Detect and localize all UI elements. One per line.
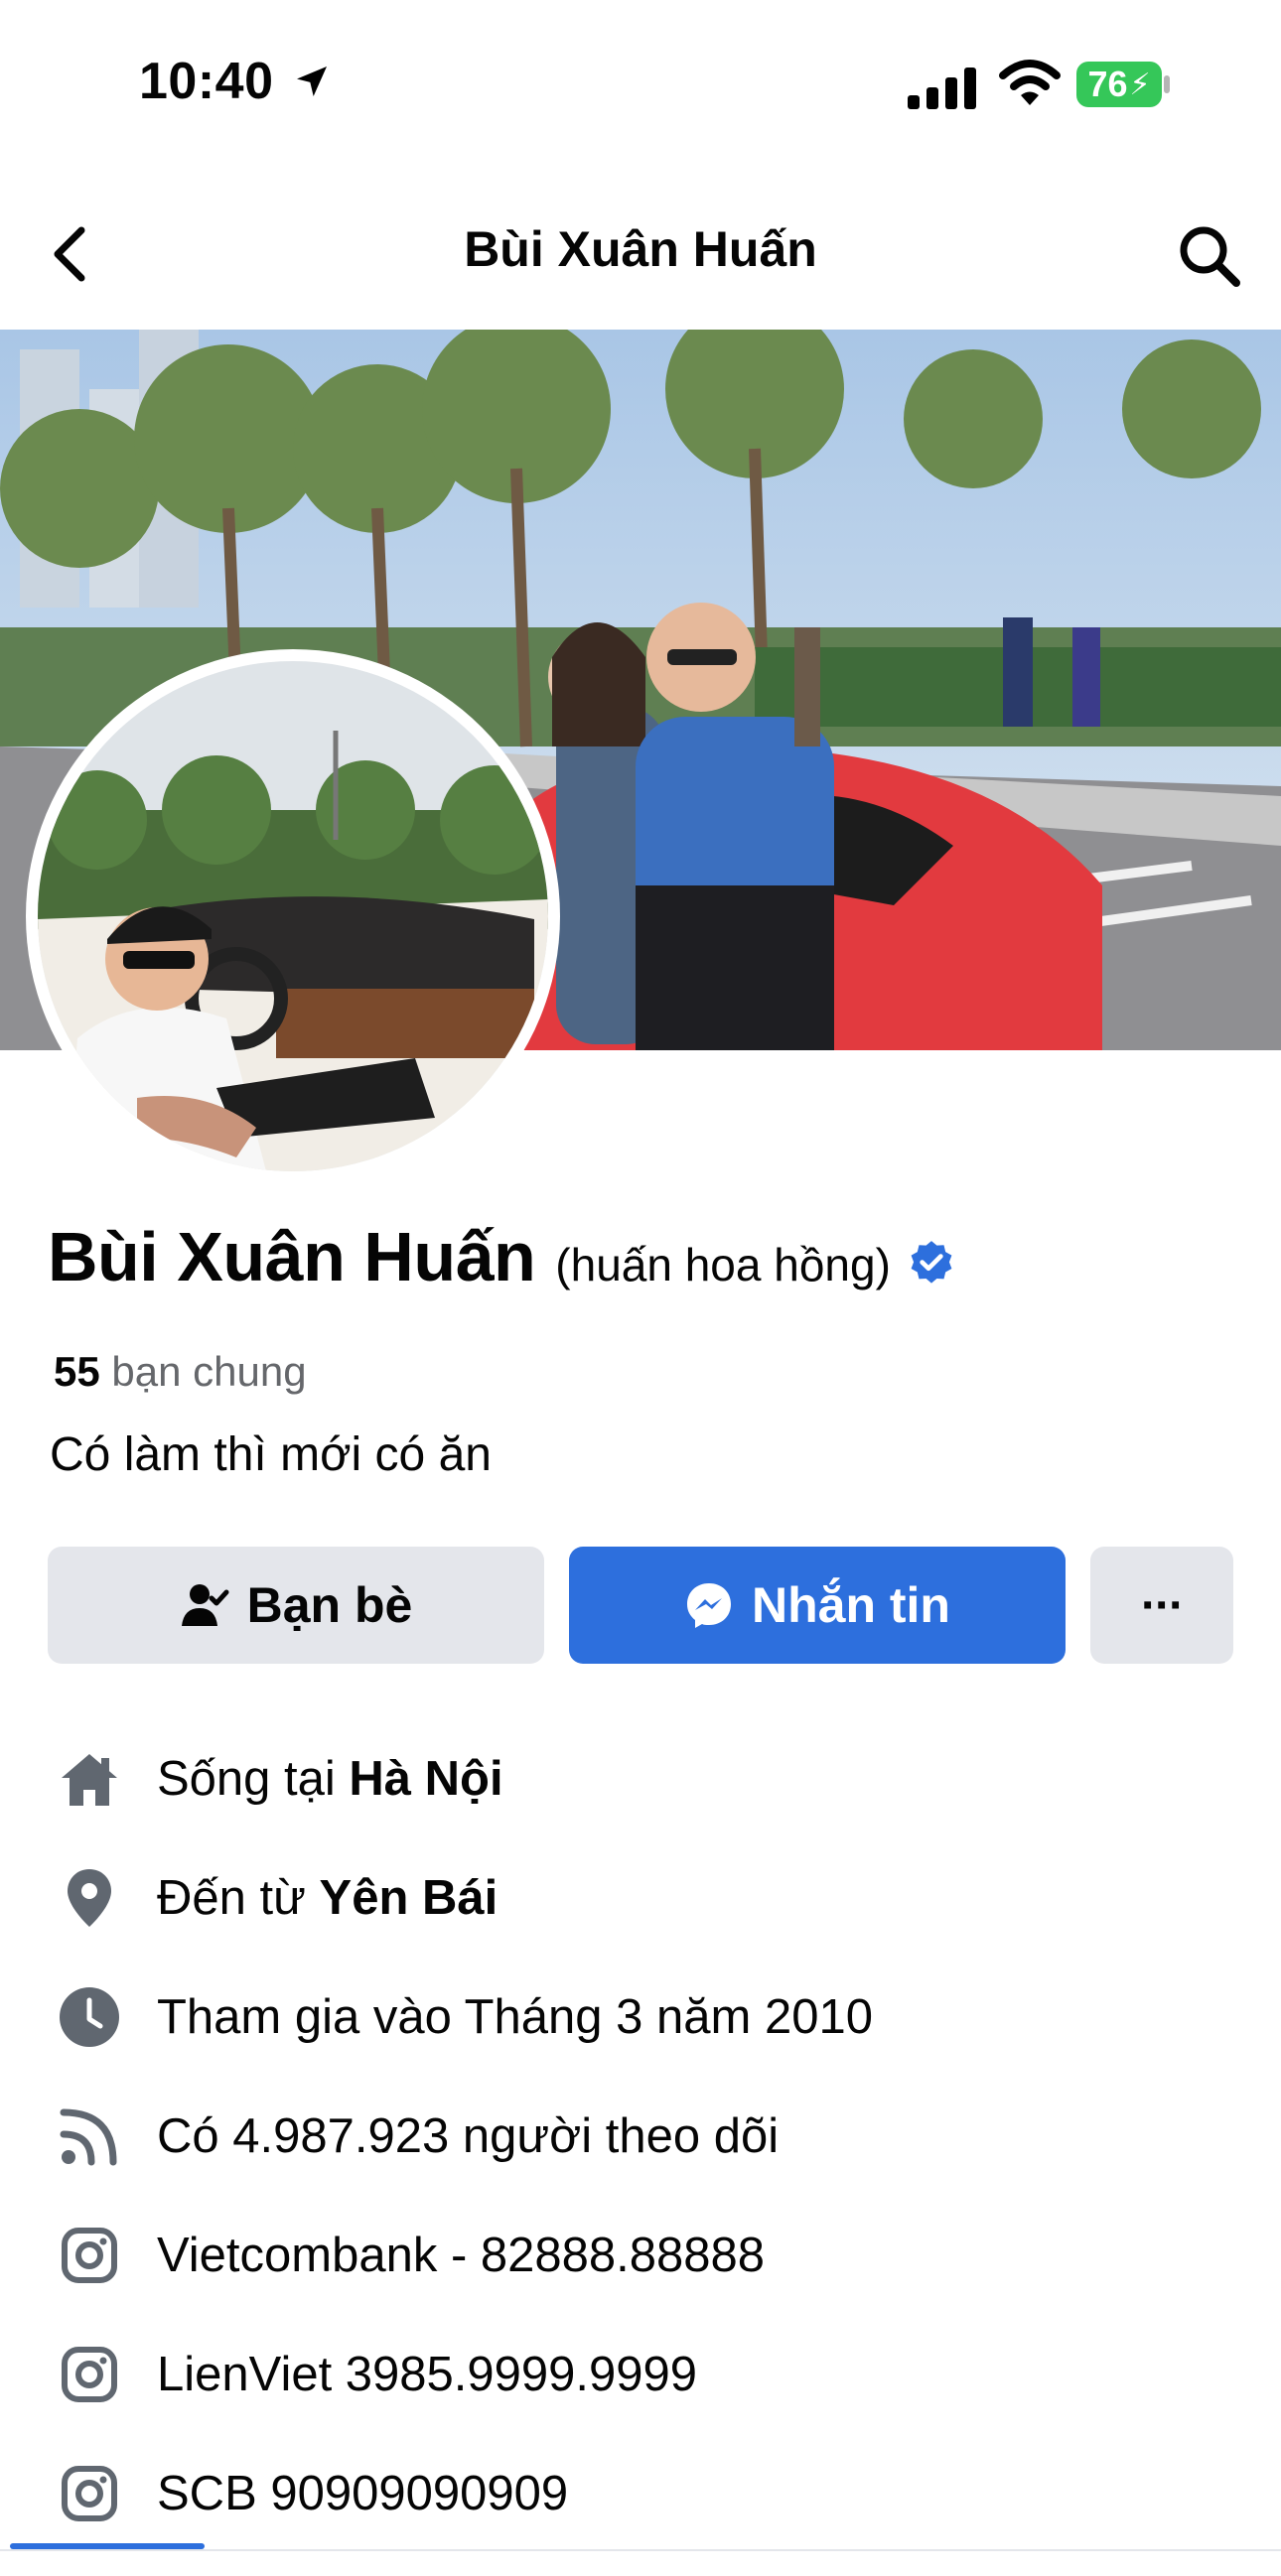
instagram-icon (56, 2341, 123, 2408)
home-icon (56, 1745, 123, 1813)
location-pin-icon (56, 1864, 123, 1932)
detail-link-2[interactable]: LienViet 3985.9999.9999 (56, 2325, 1247, 2424)
profile-bio: Có làm thì mới có ăn (50, 1428, 492, 1481)
joined-text: Tham gia vào Tháng 3 năm 2010 (157, 1990, 873, 2044)
instagram-icon (56, 2460, 123, 2527)
clock-icon (56, 1983, 123, 2051)
location-arrow-icon (292, 62, 332, 106)
message-button[interactable]: Nhắn tin (569, 1547, 1066, 1664)
charging-bolt-icon: ⚡ (1129, 68, 1151, 101)
profile-avatar[interactable] (38, 661, 548, 1171)
instagram-icon (56, 2222, 123, 2289)
lives-prefix: Sống tại (157, 1752, 350, 1806)
profile-name: Bùi Xuân Huấn (48, 1218, 536, 1295)
from-value: Yên Bái (319, 1871, 498, 1925)
verified-badge-icon (907, 1239, 956, 1293)
status-time: 10:40 (139, 53, 274, 110)
friend-check-icon (180, 1582, 229, 1628)
friends-button[interactable]: Bạn bè (48, 1547, 544, 1664)
detail-followers[interactable]: Có 4.987.923 người theo dõi (56, 2087, 1247, 2186)
alternate-name: (huấn hoa hồng) (555, 1239, 891, 1290)
battery-cap (1164, 75, 1170, 93)
active-tab-indicator (10, 2543, 205, 2549)
profile-name-row: Bùi Xuân Huấn (huấn hoa hồng) (48, 1217, 956, 1296)
battery-indicator: 76 ⚡ (1076, 62, 1162, 107)
mutual-friends[interactable]: 55 bạn chung (54, 1348, 307, 1396)
wifi-icon (999, 60, 1061, 112)
detail-lives-in[interactable]: Sống tại Hà Nội (56, 1729, 1247, 1829)
search-icon (1180, 226, 1240, 287)
link-2-text: LienViet 3985.9999.9999 (157, 2348, 698, 2401)
friends-button-label: Bạn bè (246, 1577, 413, 1633)
more-dots-icon: ··· (1141, 1578, 1185, 1632)
detail-link-3[interactable]: SCB 90909090909 (56, 2444, 1247, 2543)
mutual-friends-label: bạn chung (99, 1348, 307, 1395)
header-title: Bùi Xuân Huấn (464, 221, 817, 277)
from-prefix: Đến từ (157, 1871, 320, 1925)
detail-link-1[interactable]: Vietcombank - 82888.88888 (56, 2206, 1247, 2305)
detail-joined: Tham gia vào Tháng 3 năm 2010 (56, 1967, 1247, 2067)
message-button-label: Nhắn tin (752, 1577, 950, 1633)
link-3-text: SCB 90909090909 (157, 2467, 569, 2520)
cellular-signal-icon (908, 68, 977, 114)
mutual-friends-count: 55 (54, 1348, 100, 1395)
lives-value: Hà Nội (349, 1752, 503, 1806)
followers-text: Có 4.987.923 người theo dõi (157, 2109, 780, 2163)
tab-bar-divider (0, 2549, 1281, 2551)
search-button[interactable] (1172, 218, 1247, 294)
rss-feed-icon (56, 2102, 123, 2170)
link-1-text: Vietcombank - 82888.88888 (157, 2229, 766, 2282)
battery-level: 76 (1087, 64, 1128, 104)
detail-from[interactable]: Đến từ Yên Bái (56, 1848, 1247, 1948)
more-options-button[interactable]: ··· (1090, 1547, 1233, 1664)
messenger-icon (684, 1580, 734, 1630)
